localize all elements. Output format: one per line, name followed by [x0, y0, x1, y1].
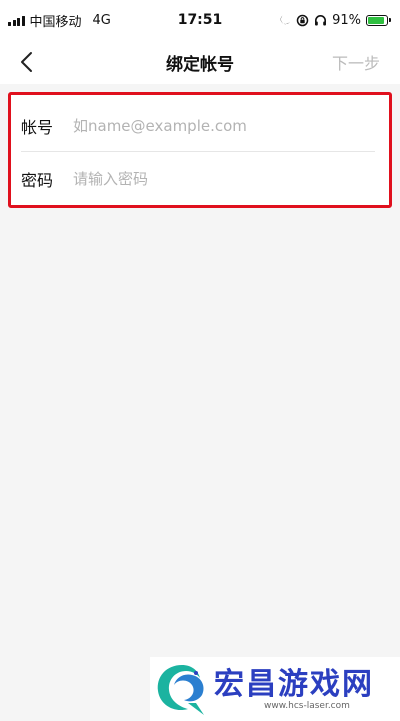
bind-account-form: 帐号 密码: [8, 92, 392, 208]
status-left: 中国移动 4G: [8, 11, 111, 30]
account-row: 帐号: [11, 99, 389, 152]
account-input[interactable]: [73, 105, 389, 146]
watermark-url: www.hcs-laser.com: [264, 701, 350, 711]
watermark-text: 宏昌游戏网 www.hcs-laser.com: [214, 667, 374, 711]
back-button[interactable]: [10, 46, 42, 78]
battery-percent: 91%: [332, 12, 361, 28]
dragon-logo-icon: [157, 665, 204, 715]
network-type: 4G: [92, 12, 111, 28]
status-bar: 中国移动 4G 17:51 91%: [0, 0, 400, 40]
status-right: 91%: [279, 12, 391, 28]
battery-charging-icon: [366, 14, 391, 26]
battery-level-fill: [368, 16, 385, 24]
headphones-icon: [315, 14, 327, 25]
signal-icon: [8, 15, 25, 26]
password-row: 密码: [11, 152, 389, 205]
account-label: 帐号: [21, 117, 54, 137]
nav-bar: 绑定帐号 下一步: [0, 40, 400, 84]
next-step-button[interactable]: 下一步: [332, 50, 380, 74]
watermark-title: 宏昌游戏网: [214, 667, 374, 702]
page-title: 绑定帐号: [166, 54, 234, 75]
password-input[interactable]: [73, 158, 389, 199]
carrier-name: 中国移动: [29, 14, 82, 30]
chevron-left-icon: [21, 52, 32, 72]
lock-rotation-icon: [296, 14, 309, 26]
site-watermark: 宏昌游戏网 www.hcs-laser.com: [150, 657, 400, 721]
moon-icon: [280, 15, 290, 25]
password-label: 密码: [21, 170, 54, 190]
